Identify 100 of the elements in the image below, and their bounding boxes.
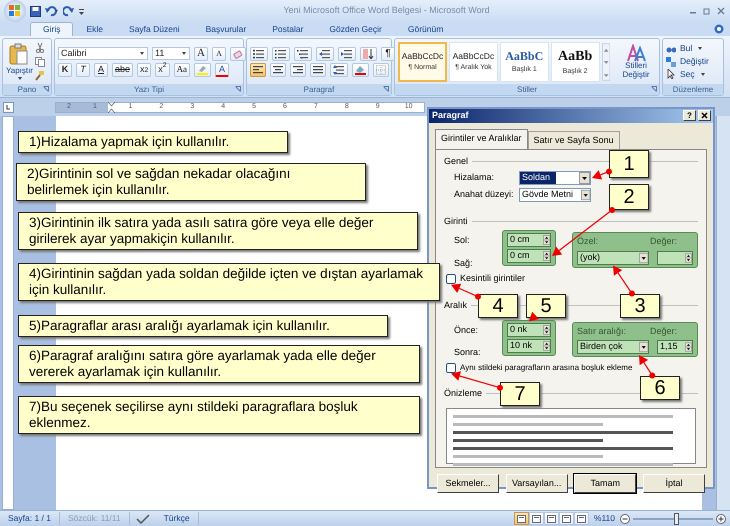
spin-field[interactable]: 0 cm [507, 233, 551, 247]
ribbon-tab[interactable]: Gözden Geçir [316, 22, 395, 36]
dialog-button[interactable]: Tamam [574, 474, 636, 493]
zoom-slider-thumb[interactable] [674, 512, 679, 524]
close-icon[interactable] [716, 6, 726, 16]
change-case-button[interactable]: Aa [174, 62, 190, 76]
zoom-out-icon[interactable] [620, 514, 630, 524]
dialog-launcher-icon[interactable] [383, 86, 389, 92]
spin-field[interactable]: 1,15 [657, 340, 693, 354]
help-button[interactable]: ? [683, 110, 696, 122]
alignment-dropdown[interactable]: Soldan [520, 172, 556, 184]
ribbon-tab[interactable]: Postalar [259, 22, 316, 36]
dialog-launcher-icon[interactable] [651, 86, 657, 92]
help-icon[interactable] [714, 24, 724, 34]
ribbon-tab[interactable]: Giriş [30, 22, 74, 36]
font-name-field[interactable]: Calibri [58, 47, 148, 60]
spin-field[interactable]: 0 cm [508, 250, 543, 262]
checkbox[interactable] [446, 362, 456, 372]
font-size-field[interactable]: 11 [152, 47, 190, 60]
pilcrow-button[interactable]: ¶ [381, 46, 395, 60]
font-name-field[interactable]: Calibri [59, 48, 138, 59]
spinner-icon[interactable] [685, 252, 692, 264]
align-left-button[interactable] [250, 62, 266, 76]
dropdown[interactable]: Birden çok [578, 341, 639, 353]
spinner-icon[interactable] [542, 324, 550, 336]
dialog-launcher-icon[interactable] [235, 86, 241, 92]
spinner-icon[interactable] [542, 234, 550, 246]
change-styles-button[interactable]: Stilleri Değiştir [616, 44, 656, 80]
tab-selector-icon[interactable] [3, 102, 14, 112]
superscript-button[interactable]: x$^{2}$ [155, 62, 170, 76]
cut-icon[interactable] [34, 42, 45, 52]
dialog-tab[interactable]: Satır ve Sayfa Sonu [528, 130, 620, 149]
view-button[interactable] [528, 512, 544, 525]
increase-indent-button[interactable] [338, 46, 356, 60]
align-right-button[interactable] [290, 62, 306, 76]
dialog-button[interactable]: Varsayılan... [506, 474, 568, 493]
spin-field[interactable]: 10 nk [508, 340, 543, 352]
ribbon-tab[interactable]: Görünüm [394, 22, 456, 36]
undo-icon[interactable] [45, 6, 59, 16]
justify-button[interactable] [310, 62, 326, 76]
spin-field[interactable]: 0 nk [507, 322, 551, 336]
spin-field[interactable]: 0 nk [508, 324, 543, 336]
decrease-indent-button[interactable] [316, 46, 334, 60]
sort-button[interactable] [360, 46, 377, 60]
dialog-button[interactable]: İptal [642, 474, 705, 493]
dropdown-arrow-icon[interactable] [140, 52, 144, 55]
spinner-icon[interactable] [685, 341, 692, 353]
dialog-tab[interactable]: Girintiler ve Aralıklar [435, 128, 528, 149]
spin-field[interactable]: 1,15 [658, 341, 686, 353]
font-size-field[interactable]: 11 [153, 48, 180, 59]
view-button[interactable] [558, 512, 574, 525]
editing-button[interactable]: Bul [666, 42, 702, 56]
copy-icon[interactable] [34, 56, 45, 66]
customize-icon[interactable] [78, 6, 85, 16]
underline-button[interactable]: A [94, 62, 108, 76]
multilevel-list-button[interactable] [294, 46, 312, 60]
editing-button[interactable]: Değiştir [666, 55, 709, 68]
align-center-button[interactable] [270, 62, 286, 76]
zoom-in-icon[interactable] [716, 514, 726, 524]
spin-field[interactable]: 0 cm [508, 234, 543, 246]
font-color-button[interactable]: A [215, 62, 230, 76]
ribbon-tab[interactable]: Başvurular [192, 22, 260, 36]
subscript-button[interactable]: x$_{2}$ [137, 62, 152, 76]
gallery-scroll-icon[interactable] [602, 42, 610, 82]
dialog-launcher-icon[interactable] [43, 86, 49, 92]
dropdown[interactable]: Birden çok [577, 340, 649, 354]
dialog-button[interactable]: Sekmeler... [437, 474, 499, 493]
view-button[interactable] [514, 512, 529, 525]
spinner-icon[interactable] [542, 250, 550, 262]
spin-field[interactable]: 10 nk [507, 338, 551, 352]
shading-button[interactable] [352, 62, 369, 76]
redo-icon[interactable] [63, 6, 74, 16]
restore-icon[interactable] [702, 6, 712, 16]
bold-button[interactable]: K [58, 62, 72, 76]
strikethrough-button[interactable]: abe [112, 62, 134, 76]
dropdown-arrow-icon[interactable] [182, 52, 186, 55]
paste-button[interactable]: Yapıştır [6, 43, 33, 80]
dropdown[interactable]: (yok) [577, 250, 649, 264]
ribbon-tab[interactable]: Ekle [73, 22, 116, 36]
editing-button[interactable]: Seç [666, 68, 705, 81]
view-button[interactable] [544, 512, 559, 525]
save-icon[interactable] [30, 6, 41, 16]
numbering-button[interactable] [272, 46, 290, 60]
italic-button[interactable]: T [76, 62, 90, 76]
outline-level-dropdown[interactable]: Gövde Metni [520, 189, 581, 201]
dropdown[interactable]: (yok) [578, 252, 639, 264]
spin-field[interactable] [657, 250, 693, 264]
ribbon-tab[interactable]: Sayfa Düzeni [116, 22, 193, 36]
close-button[interactable] [698, 110, 711, 122]
line-spacing-button[interactable] [330, 62, 348, 76]
view-button[interactable] [574, 512, 589, 525]
shrink-font-button[interactable]: A [212, 46, 226, 60]
office-button[interactable] [4, 0, 26, 22]
spin-field[interactable]: 0 cm [507, 249, 551, 263]
alignment-dropdown[interactable]: Soldan [519, 171, 591, 185]
bullets-button[interactable] [250, 46, 268, 60]
spinner-icon[interactable] [542, 340, 550, 352]
grow-font-button[interactable]: A [194, 46, 208, 60]
brush-icon[interactable] [34, 70, 45, 80]
proofing-icon[interactable] [136, 514, 150, 524]
